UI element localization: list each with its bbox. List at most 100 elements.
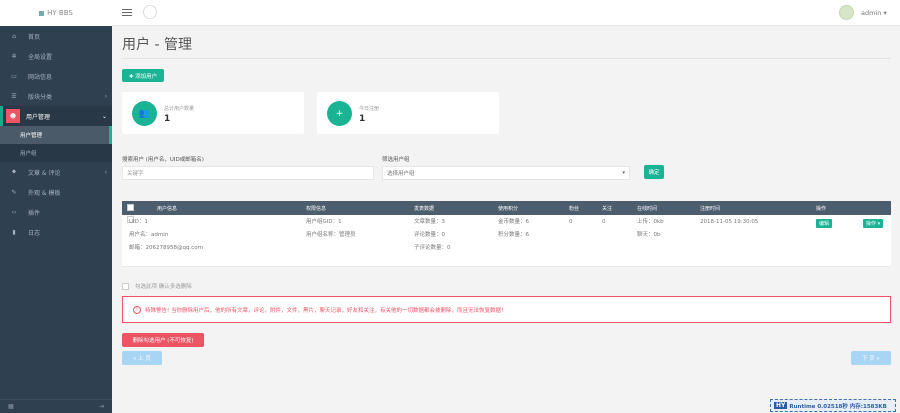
sidebar-subitem-user-groups[interactable]: 用户组 [0, 144, 112, 162]
col-header: 在线时间 [637, 205, 658, 212]
table-header: 用户信息 权限信息 发表数据 使用积分 粉丝 关注 在线时间 注册时间 操作 [122, 201, 891, 215]
warning-text: 特殊警告! 当你删除用户后，他的所有文章，评论，附件，文件，黑片，聊天记录，好友… [145, 307, 507, 314]
search-input[interactable]: 关键字 [122, 166, 374, 180]
brand-logo[interactable]: HY BBS [0, 0, 112, 26]
points-info: 金币数量：6 积分数量：6 [498, 216, 529, 242]
list-icon: ☰ [11, 92, 17, 100]
user-username: 用户名：admin [129, 232, 169, 238]
main-content: 用户 - 管理 ✚ 添加用户 👥 总计用户数量 1 + 今日注册 1 搜索用户 … [112, 26, 900, 413]
card-value: 1 [359, 114, 366, 124]
circle-icon[interactable] [143, 5, 157, 19]
card-value: 1 [164, 114, 171, 124]
username: admin [861, 9, 882, 17]
brand-name: HY BBS [47, 9, 73, 17]
page-title: 用户 - 管理 [122, 37, 192, 53]
user-email: 邮箱：206278958@qq.com [129, 245, 203, 251]
divider [122, 58, 891, 59]
sidebar-item-logs[interactable]: ▮ 日志 [0, 222, 112, 242]
col-header: 粉丝 [569, 205, 580, 212]
debug-logo: HY [774, 402, 788, 409]
group-filter-label: 筛选用户组 [382, 157, 410, 163]
sidebar-item-label: 插件 [28, 209, 41, 217]
sidebar-item-global-settings[interactable]: ✲ 全局设置 [0, 46, 112, 66]
group-id: 用户组GID：1 [306, 219, 342, 225]
brand-icon [39, 10, 45, 16]
col-header: 使用积分 [498, 205, 519, 212]
select-all-checkbox[interactable] [127, 203, 134, 213]
sidebar-item-label: 首页 [28, 33, 41, 41]
total-users-card: 👥 总计用户数量 1 [122, 92, 304, 134]
sidebar-item-user-manage[interactable]: ☻ 用户管理 ⌄ [0, 106, 112, 126]
chevron-down-icon: ▾ [622, 170, 625, 176]
sidebar-item-theme-template[interactable]: ✎ 外观 & 模板 [0, 182, 112, 202]
col-header: 操作 [816, 205, 827, 212]
delete-warning-alert: ! 特殊警告! 当你删除用户后，他的所有文章，评论，附件，文件，黑片，聊天记录，… [122, 296, 891, 323]
fans-count: 0 [569, 219, 573, 225]
logout-icon[interactable]: ⇥ [99, 403, 104, 410]
sidebar-subitem-users[interactable]: 用户管理 [0, 126, 112, 144]
sidebar-item-forum-category[interactable]: ☰ 版块分类 › [0, 86, 112, 106]
note-text: 勾选此项 确认多选删除 [135, 284, 192, 290]
post-stats: 文章数量：3 评论数量：0 子评论数量：0 [414, 216, 451, 255]
confirm-multi-delete-checkbox[interactable] [122, 282, 129, 290]
book-icon: ▮ [12, 228, 16, 236]
users-icon: ☻ [6, 109, 20, 123]
col-header: 用户信息 [157, 205, 178, 212]
online-time: 上传：0kb 聊天：0b [637, 216, 664, 242]
sidebar-item-site-info[interactable]: ▭ 网站信息 [0, 66, 112, 86]
menu-toggle-icon[interactable] [122, 7, 132, 17]
sidebar-item-label: 用户管理 [26, 113, 51, 121]
points-count: 积分数量：6 [498, 232, 529, 238]
sidebar-item-post-comment[interactable]: ⬥ 文章 & 评论 › [0, 162, 112, 182]
card-label: 总计用户数量 [164, 106, 195, 112]
col-header: 注册时间 [700, 205, 721, 212]
upload-size: 上传：0kb [637, 219, 664, 225]
today-register-card: + 今日注册 1 [317, 92, 499, 134]
sidebar-item-home[interactable]: ⌂ 首页 [0, 26, 112, 46]
chevron-right-icon: › [104, 168, 107, 176]
top-navbar: HY BBS admin ▾ [0, 0, 900, 26]
sidebar: ⌂ 首页 ✲ 全局设置 ▭ 网站信息 ☰ 版块分类 › ☻ 用户管理 ⌄ 用户管… [0, 26, 112, 413]
grid-icon[interactable]: ▦ [8, 403, 14, 410]
next-page-button[interactable]: 下 页 » [851, 351, 891, 365]
table-row: UID：1 用户名：admin 邮箱：206278958@qq.com 用户组G… [122, 215, 891, 267]
select-all-note: 勾选此项 确认多选删除 [122, 282, 192, 290]
comment-count: 评论数量：0 [414, 232, 445, 238]
col-header: 权限信息 [306, 205, 327, 212]
debug-text: Runtime 0.02518秒 内存:1583KB [789, 403, 887, 410]
sidebar-subitem-label: 用户管理 [20, 133, 43, 139]
sidebar-item-label: 文章 & 评论 [28, 169, 61, 177]
col-header: 关注 [602, 205, 613, 212]
group-filter-select[interactable]: 选择用户组 ▾ [382, 166, 630, 180]
register-time: 2018-11-05 19:30:05 [700, 219, 759, 225]
edit-button[interactable]: 编辑 [816, 219, 833, 228]
add-user-button[interactable]: ✚ 添加用户 [122, 69, 164, 82]
card-label: 今日注册 [359, 106, 380, 112]
chevron-down-icon: ▾ [883, 9, 887, 17]
sidebar-item-label: 日志 [28, 229, 41, 237]
select-value: 选择用户组 [387, 171, 415, 177]
sidebar-item-label: 网站信息 [28, 73, 53, 81]
sidebar-footer: ▦ ⇥ [0, 399, 112, 413]
search-submit-button[interactable]: 确定 [644, 165, 664, 179]
group-name: 用户组名称：管理员 [306, 232, 356, 238]
sidebar-item-plugins[interactable]: ‹› 插件 [0, 202, 112, 222]
user-menu[interactable]: admin ▾ [861, 9, 887, 17]
code-icon: ‹› [11, 208, 17, 216]
chat-size: 聊天：0b [637, 232, 661, 238]
col-header: 发表数据 [414, 205, 435, 212]
chevron-right-icon: › [104, 92, 107, 100]
prev-page-button[interactable]: « 上 页 [122, 351, 162, 365]
user-info: UID：1 用户名：admin 邮箱：206278958@qq.com [129, 216, 203, 255]
avatar[interactable] [839, 5, 854, 20]
tag-icon: ⬥ [11, 168, 17, 175]
action-dropdown-button[interactable]: 操作 ▾ [863, 219, 884, 228]
post-count: 文章数量：3 [414, 219, 445, 225]
sidebar-subitem-label: 用户组 [20, 151, 37, 157]
follows-count: 0 [602, 219, 606, 225]
delete-selected-button[interactable]: 删除勾选用户 (不可恢复) [122, 333, 204, 347]
home-icon: ⌂ [12, 32, 16, 40]
user-add-icon: + [327, 101, 352, 126]
brush-icon: ✎ [11, 188, 17, 196]
group-icon: 👥 [132, 101, 157, 126]
